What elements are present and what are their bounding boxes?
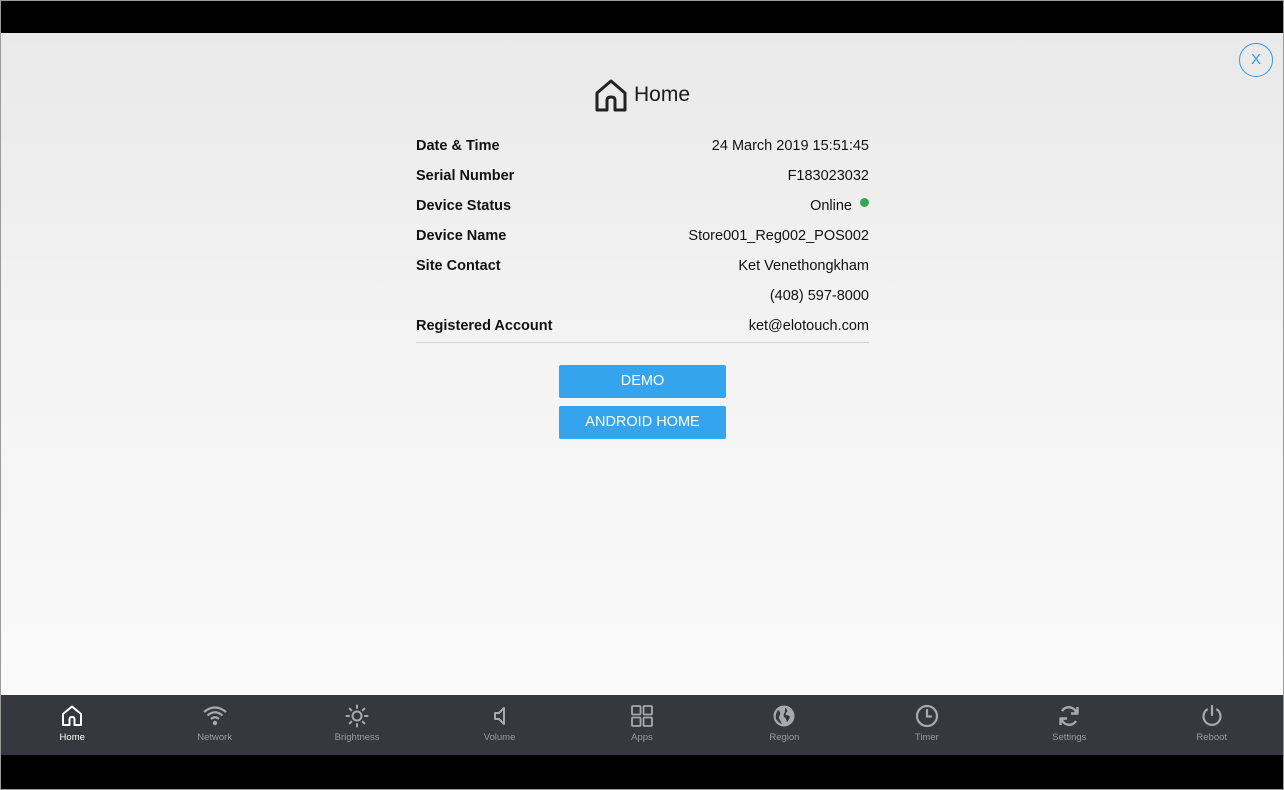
nav-item-apps[interactable]: Apps [571, 695, 713, 755]
nav-label-region: Region [769, 732, 800, 743]
info-row-site-phone: (408) 597-8000 [416, 281, 869, 311]
nav-label-network: Network [197, 732, 233, 743]
clock-icon [915, 704, 938, 728]
nav-label-brightness: Brightness [334, 732, 380, 743]
registered-account-label: Registered Account [416, 318, 553, 334]
bottom-nav: Home Network Brightness Volume Apps Regi… [1, 695, 1283, 755]
brightness-icon [345, 704, 369, 728]
nav-label-home: Home [59, 732, 85, 743]
close-button[interactable]: X [1239, 43, 1273, 77]
wifi-icon [202, 706, 227, 726]
date-time-label: Date & Time [416, 138, 500, 154]
apps-icon [631, 705, 653, 727]
home-icon [62, 705, 83, 726]
power-icon [1202, 704, 1222, 726]
date-time-value: 24 March 2019 15:51:45 [711, 138, 869, 154]
nav-item-reboot[interactable]: Reboot [1141, 695, 1283, 755]
volume-icon [493, 707, 505, 725]
nav-item-volume[interactable]: Volume [428, 695, 570, 755]
device-name-label: Device Name [416, 228, 507, 244]
info-row-date-time: Date & Time 24 March 2019 15:51:45 [416, 131, 869, 161]
system-bar [1, 755, 1283, 789]
info-row-registered-account: Registered Account ket@elotouch.com [416, 311, 869, 341]
online-indicator [860, 198, 869, 207]
info-row-device-status: Device Status Online [416, 191, 869, 221]
device-status-label: Device Status [416, 198, 512, 214]
device-status-value: Online [810, 198, 852, 214]
nav-item-brightness[interactable]: Brightness [286, 695, 428, 755]
info-row-serial-number: Serial Number F183023032 [416, 161, 869, 191]
nav-item-settings[interactable]: Settings [998, 695, 1140, 755]
site-contact-phone: (408) 597-8000 [769, 288, 869, 304]
nav-label-timer: Timer [914, 732, 939, 743]
device-name-value: Store001_Reg002_POS002 [688, 228, 869, 244]
demo-button[interactable]: DEMO [559, 365, 726, 398]
site-contact-label: Site Contact [416, 258, 501, 274]
nav-item-network[interactable]: Network [143, 695, 285, 755]
status-bar [1, 1, 1283, 33]
serial-number-label: Serial Number [416, 168, 515, 184]
site-contact-value: Ket Venethongkham [738, 258, 869, 274]
registered-account-value: ket@elotouch.com [748, 318, 869, 334]
globe-icon [773, 705, 795, 727]
sync-icon [1059, 706, 1079, 726]
page-header: Home [0, 78, 1284, 117]
nav-label-reboot: Reboot [1196, 732, 1228, 743]
serial-number-value: F183023032 [787, 168, 869, 184]
page-title: Home [633, 83, 691, 106]
nav-item-home[interactable]: Home [1, 695, 143, 755]
info-divider [416, 342, 869, 343]
device-info-table: Date & Time 24 March 2019 15:51:45 Seria… [416, 131, 869, 341]
nav-label-settings: Settings [1052, 732, 1087, 743]
nav-item-timer[interactable]: Timer [856, 695, 998, 755]
device-status-value-wrap: Online [810, 198, 869, 214]
nav-label-apps: Apps [631, 732, 653, 743]
info-row-device-name: Device Name Store001_Reg002_POS002 [416, 221, 869, 251]
home-icon [595, 79, 627, 112]
nav-label-volume: Volume [483, 732, 516, 743]
info-row-site-contact: Site Contact Ket Venethongkham [416, 251, 869, 281]
android-home-button[interactable]: ANDROID HOME [559, 406, 726, 439]
nav-item-region[interactable]: Region [713, 695, 855, 755]
